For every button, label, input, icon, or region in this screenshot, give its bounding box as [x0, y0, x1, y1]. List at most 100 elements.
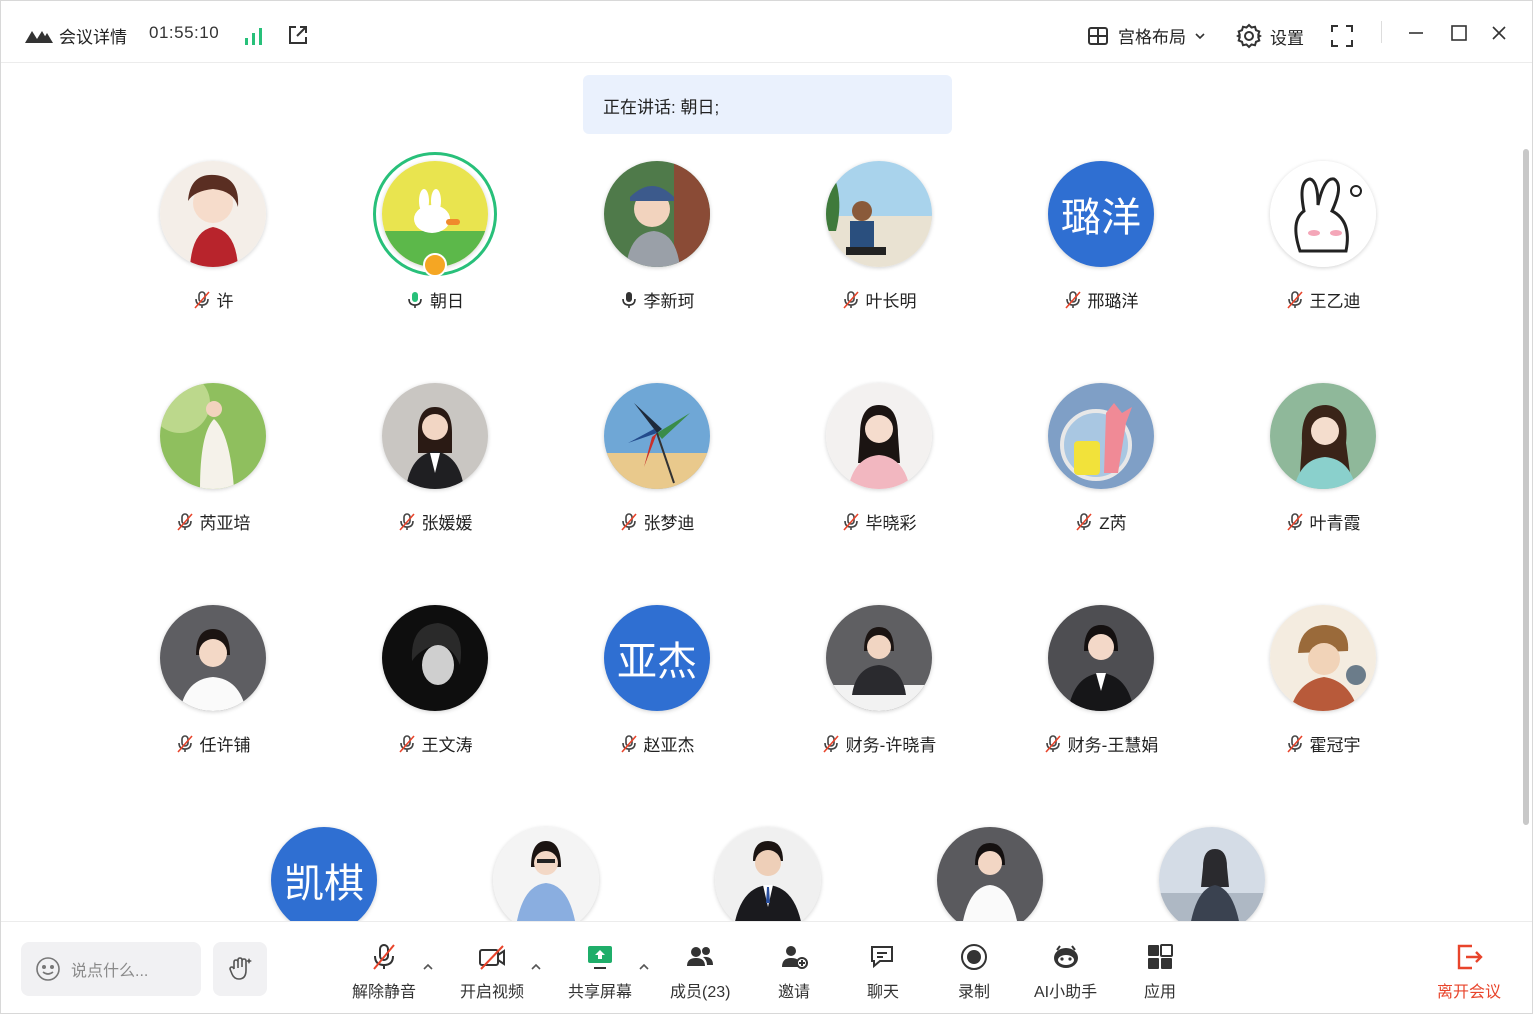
members-button[interactable]: 成员(23) — [670, 942, 730, 1002]
participant-name-row: 任许铺 — [103, 731, 323, 756]
participant-name-row: 王乙迪 — [1213, 287, 1433, 312]
unmute-button[interactable]: 解除静音 — [352, 942, 416, 1002]
chevron-up-icon[interactable] — [421, 960, 435, 974]
quick-chat-input[interactable]: 说点什么... — [21, 942, 201, 996]
participant-tile[interactable]: 张媛媛 — [325, 363, 545, 553]
participant-name: 叶青霞 — [1309, 514, 1361, 533]
participant-tile[interactable]: 凯棋 — [214, 807, 434, 921]
participant-tile[interactable]: 财务-许晓青 — [769, 585, 989, 775]
avatar — [604, 383, 710, 489]
layout-label: 宫格布局 — [1118, 28, 1186, 47]
invite-button[interactable]: 邀请 — [778, 942, 810, 1002]
settings-button[interactable]: 设置 — [1236, 23, 1304, 49]
emoji-icon[interactable] — [35, 956, 61, 982]
participant-name-row: 芮亚培 — [103, 509, 323, 534]
participant-name-row: Z芮 — [991, 509, 1211, 534]
gear-icon — [1236, 23, 1262, 49]
avatar — [826, 383, 932, 489]
participant-tile[interactable]: 亚杰 赵亚杰 — [547, 585, 767, 775]
participant-tile[interactable]: 毕晓彩 — [769, 363, 989, 553]
participant-name: 赵亚杰 — [643, 736, 695, 755]
participant-name: 毕晓彩 — [865, 514, 917, 533]
raise-hand-button[interactable] — [213, 942, 267, 996]
grid-layout-button[interactable]: 宫格布局 — [1086, 23, 1206, 48]
participant-name: 财务-王慧娟 — [1067, 736, 1159, 755]
chevron-up-icon[interactable] — [637, 960, 651, 974]
close-icon[interactable] — [1489, 23, 1509, 43]
participant-tile[interactable]: 璐洋 邢璐洋 — [991, 141, 1211, 331]
avatar — [604, 161, 710, 267]
participant-tile[interactable]: 李新珂 — [547, 141, 767, 331]
avatar — [715, 827, 821, 921]
title-bar: 会议详情 01:55:10 宫格布局 设置 — [1, 1, 1532, 63]
maximize-icon[interactable] — [1449, 23, 1469, 43]
grid-layout-icon — [1088, 26, 1108, 45]
participant-name: 王乙迪 — [1309, 292, 1361, 311]
avatar — [382, 383, 488, 489]
record-button[interactable]: 录制 — [958, 942, 990, 1002]
chat-button[interactable]: 聊天 — [867, 942, 899, 1002]
participant-name-row: 霍冠宇 — [1213, 731, 1433, 756]
apps-button[interactable]: 应用 — [1144, 942, 1176, 1002]
leave-meeting-button[interactable]: 离开会议 — [1437, 942, 1501, 1002]
mic-muted-icon — [1045, 734, 1061, 753]
participant-tile[interactable]: 任许铺 — [103, 585, 323, 775]
speaking-banner: 正在讲话: 朝日; — [583, 75, 952, 134]
leave-meeting-icon — [1457, 944, 1483, 970]
chevron-up-icon[interactable] — [529, 960, 543, 974]
participant-tile[interactable]: 王乙迪 — [1213, 141, 1433, 331]
participant-tile[interactable] — [1102, 807, 1322, 921]
avatar-initials: 亚杰 — [604, 605, 710, 711]
signal-strength-icon[interactable] — [243, 25, 265, 47]
invite-label: 邀请 — [778, 984, 811, 1001]
participant-name-row: 邢璐洋 — [991, 287, 1211, 312]
participant-tile[interactable]: 叶长明 — [769, 141, 989, 331]
avatar — [826, 161, 932, 267]
avatar — [1159, 827, 1265, 921]
participant-tile[interactable]: 张梦迪 — [547, 363, 767, 553]
avatar — [1048, 605, 1154, 711]
participant-tile[interactable]: 王文涛 — [325, 585, 545, 775]
participant-tile[interactable] — [436, 807, 656, 921]
avatar — [826, 605, 932, 711]
chevron-down-icon — [1195, 32, 1205, 39]
participant-tile[interactable]: 霍冠宇 — [1213, 585, 1433, 775]
participant-tile[interactable]: Z芮 — [991, 363, 1211, 553]
participant-name: 张媛媛 — [421, 514, 473, 533]
start-video-label: 开启视频 — [460, 984, 525, 1001]
participant-tile[interactable]: 芮亚培 — [103, 363, 323, 553]
participant-tile[interactable]: 许 — [103, 141, 323, 331]
participant-name-row: 张媛媛 — [325, 509, 545, 534]
participant-name-row: 财务-许晓青 — [769, 731, 989, 756]
participant-tile[interactable] — [658, 807, 878, 921]
avatar — [1270, 383, 1376, 489]
mic-on-icon — [621, 291, 636, 308]
participant-tile[interactable]: 朝日 — [325, 141, 545, 331]
meeting-detail-link[interactable]: 会议详情 — [59, 23, 127, 48]
share-screen-icon — [588, 946, 612, 969]
record-icon — [961, 944, 987, 970]
leave-meeting-label: 离开会议 — [1437, 984, 1502, 1001]
mic-muted-icon — [176, 512, 193, 531]
ai-assistant-button[interactable]: AI小助手 — [1034, 942, 1097, 1002]
share-screen-button[interactable]: 共享屏幕 — [568, 942, 632, 1002]
apps-grid-icon — [1148, 944, 1173, 969]
participant-tile[interactable]: 财务-王慧娟 — [991, 585, 1211, 775]
participant-name: 张梦迪 — [643, 514, 695, 533]
participant-name-row: 张梦迪 — [547, 509, 767, 534]
avatar — [160, 161, 266, 267]
share-external-icon[interactable] — [286, 23, 310, 47]
fullscreen-icon[interactable] — [1329, 23, 1355, 49]
participant-name: 李新珂 — [643, 292, 695, 311]
mic-muted-icon — [1286, 512, 1303, 531]
minimize-icon[interactable] — [1406, 23, 1426, 43]
start-video-button[interactable]: 开启视频 — [460, 942, 524, 1002]
avatar-initials: 璐洋 — [1048, 161, 1154, 267]
participant-name-row: 叶长明 — [769, 287, 989, 312]
grid-scrollbar[interactable] — [1523, 149, 1529, 825]
participant-name-row: 王文涛 — [325, 731, 545, 756]
participant-tile[interactable] — [880, 807, 1100, 921]
participant-grid: 许 朝日 李新珂 叶长明 璐洋 邢璐洋 王乙迪 芮亚培 张媛媛 张梦迪 毕晓彩 … — [1, 141, 1521, 921]
participant-name: 邢璐洋 — [1087, 292, 1139, 311]
participant-tile[interactable]: 叶青霞 — [1213, 363, 1433, 553]
